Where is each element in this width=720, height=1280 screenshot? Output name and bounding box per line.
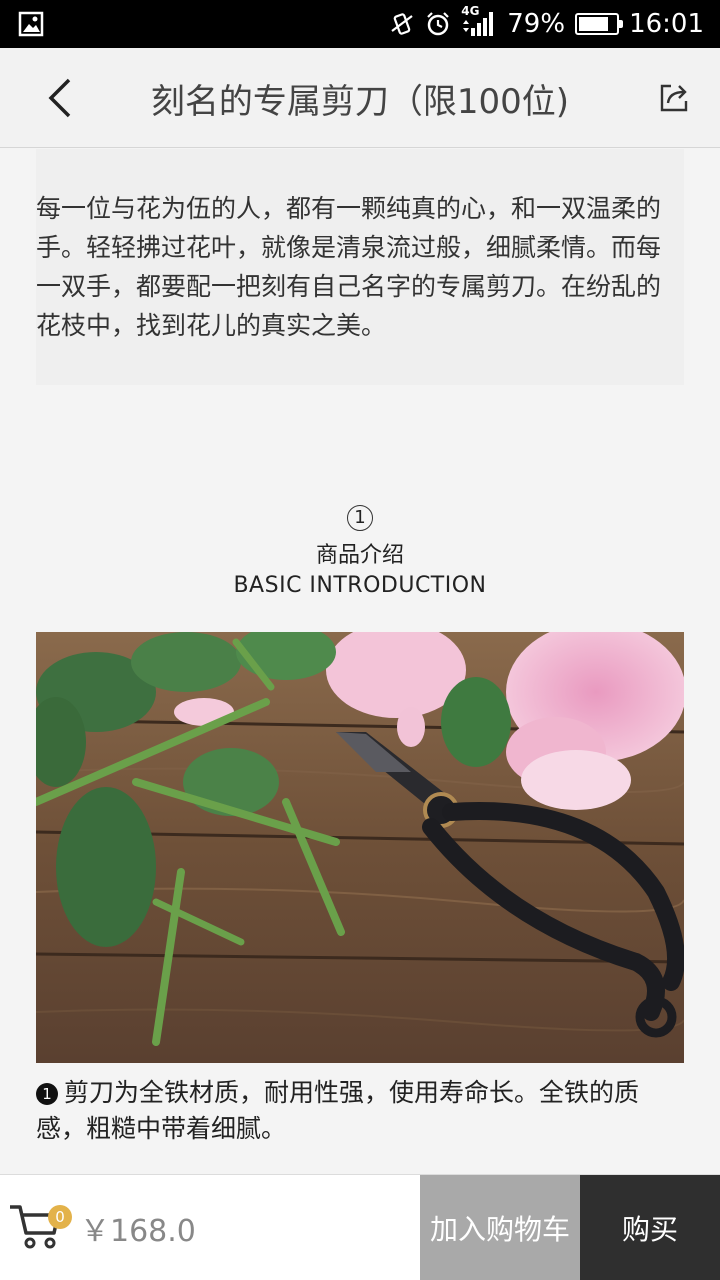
alarm-icon [425,11,451,37]
status-bar: 4G 79% 16:01 [0,0,720,48]
caption-number-badge: 1 [36,1083,58,1105]
intro-panel: 每一位与花为伍的人，都有一颗纯真的心，和一双温柔的手。轻轻拂过花叶，就像是清泉流… [36,149,684,385]
content-scroll-area[interactable]: 每一位与花为伍的人，都有一颗纯真的心，和一双温柔的手。轻轻拂过花叶，就像是清泉流… [0,149,720,1174]
bottom-action-bar: 0 ￥168.0 加入购物车 购买 [0,1174,720,1280]
status-right: 4G 79% 16:01 [389,4,704,39]
product-caption: 1 剪刀为全铁材质，耐用性强，使用寿命长。全铁的质感，粗糙中带着细腻。 [36,1075,684,1147]
signal-icon: 4G [461,4,497,38]
add-to-cart-button[interactable]: 加入购物车 [420,1175,580,1280]
battery-percent: 79% [507,9,566,39]
vibrate-icon [389,11,415,37]
intro-text: 每一位与花为伍的人，都有一颗纯真的心，和一双温柔的手。轻轻拂过花叶，就像是清泉流… [36,194,662,340]
chevron-left-icon [48,78,71,118]
share-button[interactable] [652,76,696,120]
product-photo[interactable] [36,632,684,1063]
battery-icon [575,13,624,35]
caption-text: 剪刀为全铁材质，耐用性强，使用寿命长。全铁的质感，粗糙中带着细腻。 [36,1078,640,1143]
clock: 16:01 [629,9,704,39]
page-title: 刻名的专属剪刀（限100位) [150,81,570,122]
cart-count-badge: 0 [48,1205,72,1229]
battery-fill [579,17,608,31]
share-icon [660,84,688,112]
section-number: 1 [347,505,373,531]
section-title-en: BASIC INTRODUCTION [233,573,487,598]
header: 刻名的专属剪刀（限100位) [0,48,720,148]
image-icon [18,11,44,37]
status-left [18,11,44,37]
section-title-cn: 商品介绍 [315,543,404,568]
price: ￥168.0 [80,1214,196,1249]
scissors-photo-illustration [36,632,684,1063]
buy-button[interactable]: 购买 [580,1175,720,1280]
network-type: 4G [461,4,480,18]
back-button[interactable] [32,70,88,126]
section-heading: 1 商品介绍 BASIC INTRODUCTION [0,505,720,598]
